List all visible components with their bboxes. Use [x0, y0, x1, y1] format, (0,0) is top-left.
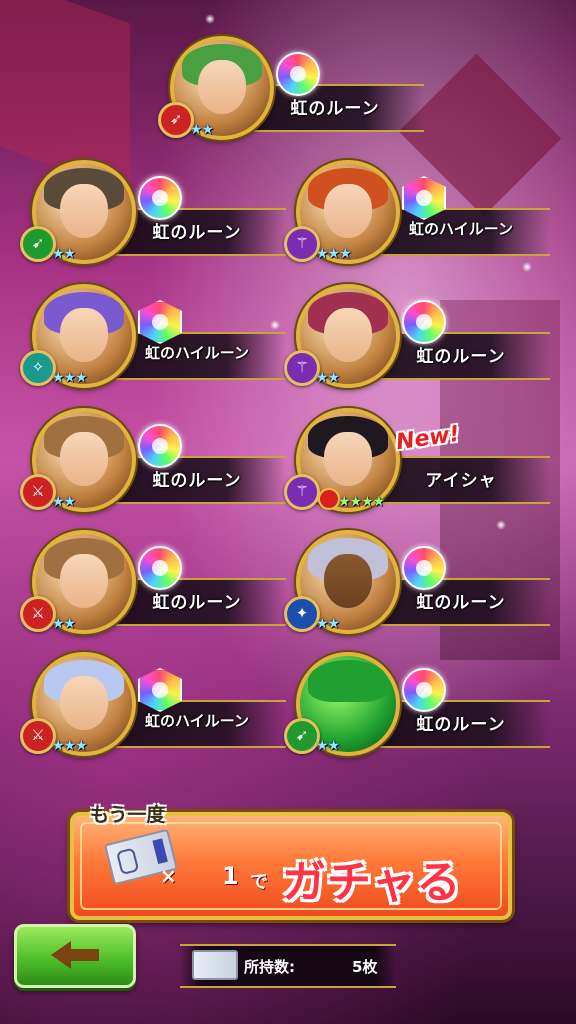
rarity-stars: ★★	[190, 122, 214, 138]
rainbow-rune-icon	[402, 300, 446, 344]
cost-particle: で	[250, 872, 268, 893]
rainbow-rune-icon	[402, 546, 446, 590]
rarity-stars: ★★★	[52, 370, 88, 386]
gacha-ticket-icon	[192, 950, 238, 980]
result-name: 虹のルーン	[152, 471, 242, 491]
back-arrow-shaft	[69, 949, 99, 961]
rarity-stars: ★★	[316, 370, 340, 386]
staff-icon: ⚚	[284, 474, 320, 510]
back-button[interactable]	[14, 924, 136, 988]
ticket-slot	[116, 847, 140, 876]
rune-core	[152, 682, 168, 698]
portrait-face	[324, 184, 372, 238]
result-name: 虹のハイルーン	[145, 344, 249, 362]
rune-core	[152, 560, 168, 576]
rune-core	[290, 66, 306, 82]
staff-icon: ⚚	[284, 226, 320, 262]
portrait-face	[60, 184, 108, 238]
result-name: 虹のルーン	[290, 99, 380, 119]
rainbow-rune-icon	[402, 668, 446, 712]
result-name: 虹のハイルーン	[409, 220, 513, 238]
portrait-hair	[308, 660, 388, 702]
again-label: もう一度	[90, 804, 166, 826]
rarity-stars: ★★★	[316, 246, 352, 262]
portrait-face	[60, 432, 108, 486]
rainbow-rune-icon	[138, 176, 182, 220]
portrait-face	[324, 432, 372, 486]
portrait-face	[324, 554, 372, 608]
bow-icon: ➶	[158, 102, 194, 138]
portrait-face	[60, 554, 108, 608]
portrait-face	[60, 676, 108, 730]
result-name: 虹のルーン	[152, 223, 242, 243]
result-name: 虹のハイルーン	[145, 712, 249, 730]
back-arrow-icon	[51, 941, 71, 969]
rarity-stars: ★★★	[52, 738, 88, 754]
portrait-face	[198, 60, 246, 114]
sparkle	[496, 520, 506, 530]
result-card-new[interactable]: New! ⚚ ★★★★ アイシャ	[280, 408, 560, 518]
sword-icon: ⚔	[20, 718, 56, 754]
rune-core	[416, 314, 432, 330]
ticket-stripe	[152, 838, 168, 865]
result-card[interactable]: ✦ ★★ 虹のルーン	[280, 530, 560, 640]
ticket-cost: 1	[222, 862, 239, 890]
wing-icon: ✧	[20, 350, 56, 386]
portrait-face	[60, 308, 108, 362]
rarity-stars: ★★	[316, 616, 340, 632]
rainbow-rune-icon	[138, 546, 182, 590]
owned-value: 5枚	[352, 958, 378, 976]
result-name: 虹のルーン	[416, 347, 506, 367]
rarity-stars: ★★	[52, 616, 76, 632]
result-name: アイシャ	[425, 471, 497, 491]
result-card[interactable]: ➹ ★★ 虹のルーン	[280, 652, 560, 762]
rainbow-rune-icon	[276, 52, 320, 96]
result-card[interactable]: ➶ ★★ 虹のルーン	[154, 36, 434, 146]
spear-icon: ➹	[284, 718, 320, 754]
rune-core	[416, 190, 432, 206]
result-card[interactable]: ⚔ ★★ 虹のルーン	[16, 408, 296, 518]
sword-icon: ⚔	[20, 596, 56, 632]
rune-core	[416, 682, 432, 698]
times-symbol: ×	[160, 864, 177, 888]
sword-icon: ⚔	[20, 474, 56, 510]
rune-core	[152, 190, 168, 206]
result-card[interactable]: ⚔ ★★★ 虹のハイルーン	[16, 652, 296, 762]
result-card[interactable]: ⚚ ★★ 虹のルーン	[280, 284, 560, 394]
spear-icon: ➹	[20, 226, 56, 262]
result-card[interactable]: ⚔ ★★ 虹のルーン	[16, 530, 296, 640]
rarity-stars: ★★	[52, 494, 76, 510]
gacha-action-label: ガチャる	[282, 857, 462, 908]
result-card[interactable]: ⚚ ★★★ 虹のハイルーン	[280, 160, 560, 270]
rarity-stars: ★★	[316, 738, 340, 754]
fire-element-icon	[318, 488, 340, 510]
rune-core	[152, 314, 168, 330]
result-name: 虹のルーン	[416, 593, 506, 613]
wand-icon: ✦	[284, 596, 320, 632]
new-badge: New!	[394, 421, 462, 456]
staff-icon: ⚚	[284, 350, 320, 386]
result-card[interactable]: ➹ ★★ 虹のルーン	[16, 160, 296, 270]
result-name: 虹のルーン	[152, 593, 242, 613]
result-card[interactable]: ✧ ★★★ 虹のハイルーン	[16, 284, 296, 394]
rarity-stars: ★★★★	[338, 494, 385, 510]
rainbow-rune-icon	[138, 424, 182, 468]
rarity-stars: ★★	[52, 246, 76, 262]
result-name: 虹のルーン	[416, 715, 506, 735]
rune-core	[416, 560, 432, 576]
sparkle	[205, 14, 215, 24]
rune-core	[152, 438, 168, 454]
owned-label: 所持数:	[244, 958, 295, 976]
portrait-face	[324, 308, 372, 362]
